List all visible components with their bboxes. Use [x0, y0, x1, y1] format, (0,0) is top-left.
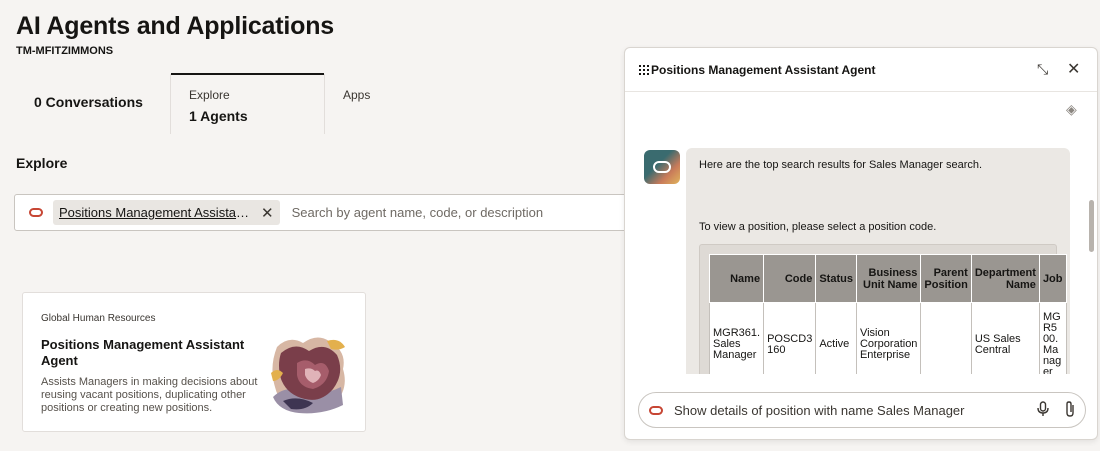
cell-department: US Sales Central	[970, 302, 1040, 374]
column-header-department: Department Name	[970, 254, 1040, 303]
filter-chip-label[interactable]: Positions Management Assistant Agent	[59, 205, 251, 220]
page-subtitle: TM-MFITZIMMONS	[16, 45, 114, 57]
message-select: To view a position, please select a posi…	[699, 221, 937, 233]
chat-scrollbar[interactable]	[1088, 138, 1096, 374]
search-input[interactable]: Search by agent name, code, or descripti…	[292, 205, 543, 220]
tab-bar: 0 Conversations Explore 1 Agents Apps	[16, 73, 445, 134]
table-row[interactable]: MGR361. Sales Manager POSCD3 160 Active …	[708, 302, 1067, 374]
agent-illustration-icon	[271, 337, 345, 414]
search-bar[interactable]: Positions Management Assistant Agent ✕ S…	[14, 194, 654, 231]
filter-chip[interactable]: Positions Management Assistant Agent ✕	[53, 200, 280, 225]
section-title: Explore	[16, 155, 68, 171]
tab-explore[interactable]: Explore 1 Agents	[170, 73, 325, 134]
results-table-container: Name Code Status Business Unit Name Pare…	[699, 244, 1067, 374]
cell-status: Active	[815, 302, 857, 374]
tab-conversations[interactable]: 0 Conversations	[16, 74, 170, 134]
oracle-logo-icon	[653, 161, 671, 173]
chat-messages[interactable]: Here are the top search results for Sale…	[625, 138, 1087, 374]
tab-conversations-count: 0 Conversations	[34, 94, 143, 110]
card-category: Global Human Resources	[41, 313, 156, 324]
results-table: Name Code Status Business Unit Name Pare…	[708, 254, 1067, 374]
column-header-status: Status	[815, 254, 857, 303]
message-intro: Here are the top search results for Sale…	[699, 159, 983, 171]
page-title: AI Agents and Applications	[16, 12, 334, 40]
agent-message: Here are the top search results for Sale…	[686, 148, 1070, 374]
cell-business-unit: Vision Corporation Enterprise	[855, 302, 922, 374]
oracle-logo-icon	[29, 208, 43, 217]
cell-code[interactable]: POSCD3 160	[763, 302, 817, 374]
chat-panel: Positions Management Assistant Agent ⤡ ✕…	[624, 47, 1098, 440]
close-icon[interactable]: ✕	[1067, 59, 1080, 79]
agent-avatar	[644, 150, 680, 184]
card-description: Assists Managers in making decisions abo…	[41, 376, 258, 414]
column-header-job: Job	[1038, 254, 1067, 303]
layers-icon[interactable]: ◈	[1066, 101, 1077, 118]
close-icon[interactable]: ✕	[261, 204, 274, 222]
chat-scrollbar-thumb[interactable]	[1089, 200, 1094, 252]
paperclip-icon[interactable]	[1064, 400, 1076, 418]
column-header-parent-position: Parent Position	[920, 254, 972, 303]
oracle-logo-icon	[649, 405, 663, 415]
chat-input-text[interactable]: Show details of position with name Sales…	[674, 403, 965, 418]
cell-job: MGR500.Manager	[1038, 302, 1067, 374]
mic-icon[interactable]	[1037, 401, 1049, 417]
tab-explore-label: Explore	[189, 88, 230, 102]
column-header-name: Name	[708, 254, 765, 303]
tab-apps[interactable]: Apps	[325, 74, 445, 134]
chat-panel-title: Positions Management Assistant Agent	[651, 63, 876, 77]
tab-explore-count: 1 Agents	[189, 108, 248, 124]
chat-panel-header: Positions Management Assistant Agent ⤡ ✕	[625, 48, 1097, 92]
column-header-code: Code	[763, 254, 817, 303]
agent-card[interactable]: Global Human Resources Positions Managem…	[22, 292, 366, 432]
cell-name[interactable]: MGR361. Sales Manager	[708, 302, 765, 374]
table-header-row: Name Code Status Business Unit Name Pare…	[708, 254, 1067, 303]
column-header-business-unit: Business Unit Name	[855, 254, 922, 303]
chat-input[interactable]: Show details of position with name Sales…	[638, 392, 1086, 428]
card-title[interactable]: Positions Management Assistant Agent	[41, 337, 251, 369]
tab-apps-label: Apps	[343, 88, 371, 102]
minimize-icon[interactable]: ⤡	[1037, 61, 1048, 78]
cell-parent-position	[920, 302, 972, 374]
grid-icon[interactable]	[639, 65, 649, 75]
